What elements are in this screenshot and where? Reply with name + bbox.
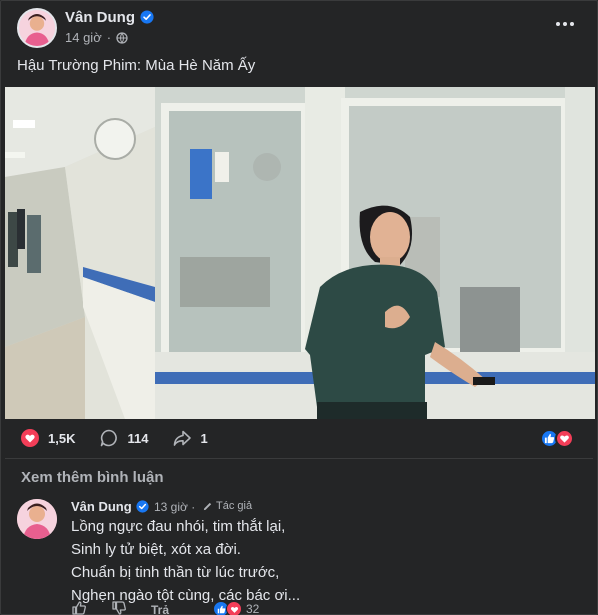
comment-author-name[interactable]: Vân Dung bbox=[71, 499, 132, 514]
comment-button[interactable]: 114 bbox=[99, 428, 148, 448]
heart-icon bbox=[21, 429, 39, 447]
verified-badge-icon bbox=[136, 500, 149, 513]
reaction-types[interactable] bbox=[540, 429, 580, 449]
comment-line: Sinh ly tử biệt, xót xa đời. bbox=[71, 541, 241, 558]
comment-time[interactable]: 13 giờ · bbox=[154, 500, 195, 514]
comment-reactions[interactable]: 32 bbox=[213, 601, 259, 615]
pencil-icon bbox=[203, 502, 212, 510]
post-stats: 1,5K 114 1 bbox=[20, 428, 232, 448]
post-author-name[interactable]: Vân Dung bbox=[65, 9, 135, 26]
reactions-button[interactable]: 1,5K bbox=[20, 428, 75, 448]
more-horizontal-icon bbox=[556, 22, 560, 26]
comment-count: 114 bbox=[127, 430, 149, 446]
thumbs-up-icon[interactable] bbox=[71, 600, 87, 615]
reaction-count: 1,5K bbox=[48, 430, 76, 446]
author-tag-label: Tác giả bbox=[216, 500, 253, 512]
comment-reaction-count: 32 bbox=[246, 602, 260, 615]
post-caption: Hậu Trường Phim: Mùa Hè Năm Ấy bbox=[17, 57, 256, 74]
love-reaction-icon bbox=[555, 429, 574, 448]
globe-icon bbox=[116, 31, 128, 44]
comment-icon bbox=[101, 429, 118, 447]
comment-text: Lồng ngực đau nhói, tim thắt lại, Sinh l… bbox=[71, 515, 300, 607]
author-tag: Tác giả bbox=[202, 500, 252, 512]
verified-badge-icon bbox=[140, 10, 154, 24]
meta-separator: · bbox=[106, 30, 112, 45]
reply-button[interactable]: Trả lời bbox=[151, 603, 169, 615]
share-arrow-icon bbox=[174, 430, 192, 446]
divider bbox=[5, 458, 593, 459]
post-meta: 14 giờ · bbox=[65, 30, 128, 45]
comment-author-avatar[interactable] bbox=[17, 499, 57, 539]
thumbs-down-icon[interactable] bbox=[111, 600, 127, 615]
post-time[interactable]: 14 giờ bbox=[65, 30, 102, 45]
love-reaction-icon bbox=[226, 601, 242, 615]
post-photo[interactable] bbox=[5, 87, 595, 419]
comment-line: Nghẹn ngào tột cùng, các bác ơi... bbox=[71, 587, 301, 604]
share-count: 1 bbox=[200, 430, 208, 446]
view-more-comments-link[interactable]: Xem thêm bình luận bbox=[21, 469, 164, 486]
comment-line: Lồng ngực đau nhói, tim thắt lại, bbox=[71, 518, 286, 535]
comment-line: Chuẩn bị tinh thần từ lúc trước, bbox=[71, 564, 280, 581]
share-button[interactable]: 1 bbox=[172, 428, 208, 448]
more-options-button[interactable] bbox=[554, 16, 576, 32]
author-avatar[interactable] bbox=[17, 8, 57, 48]
